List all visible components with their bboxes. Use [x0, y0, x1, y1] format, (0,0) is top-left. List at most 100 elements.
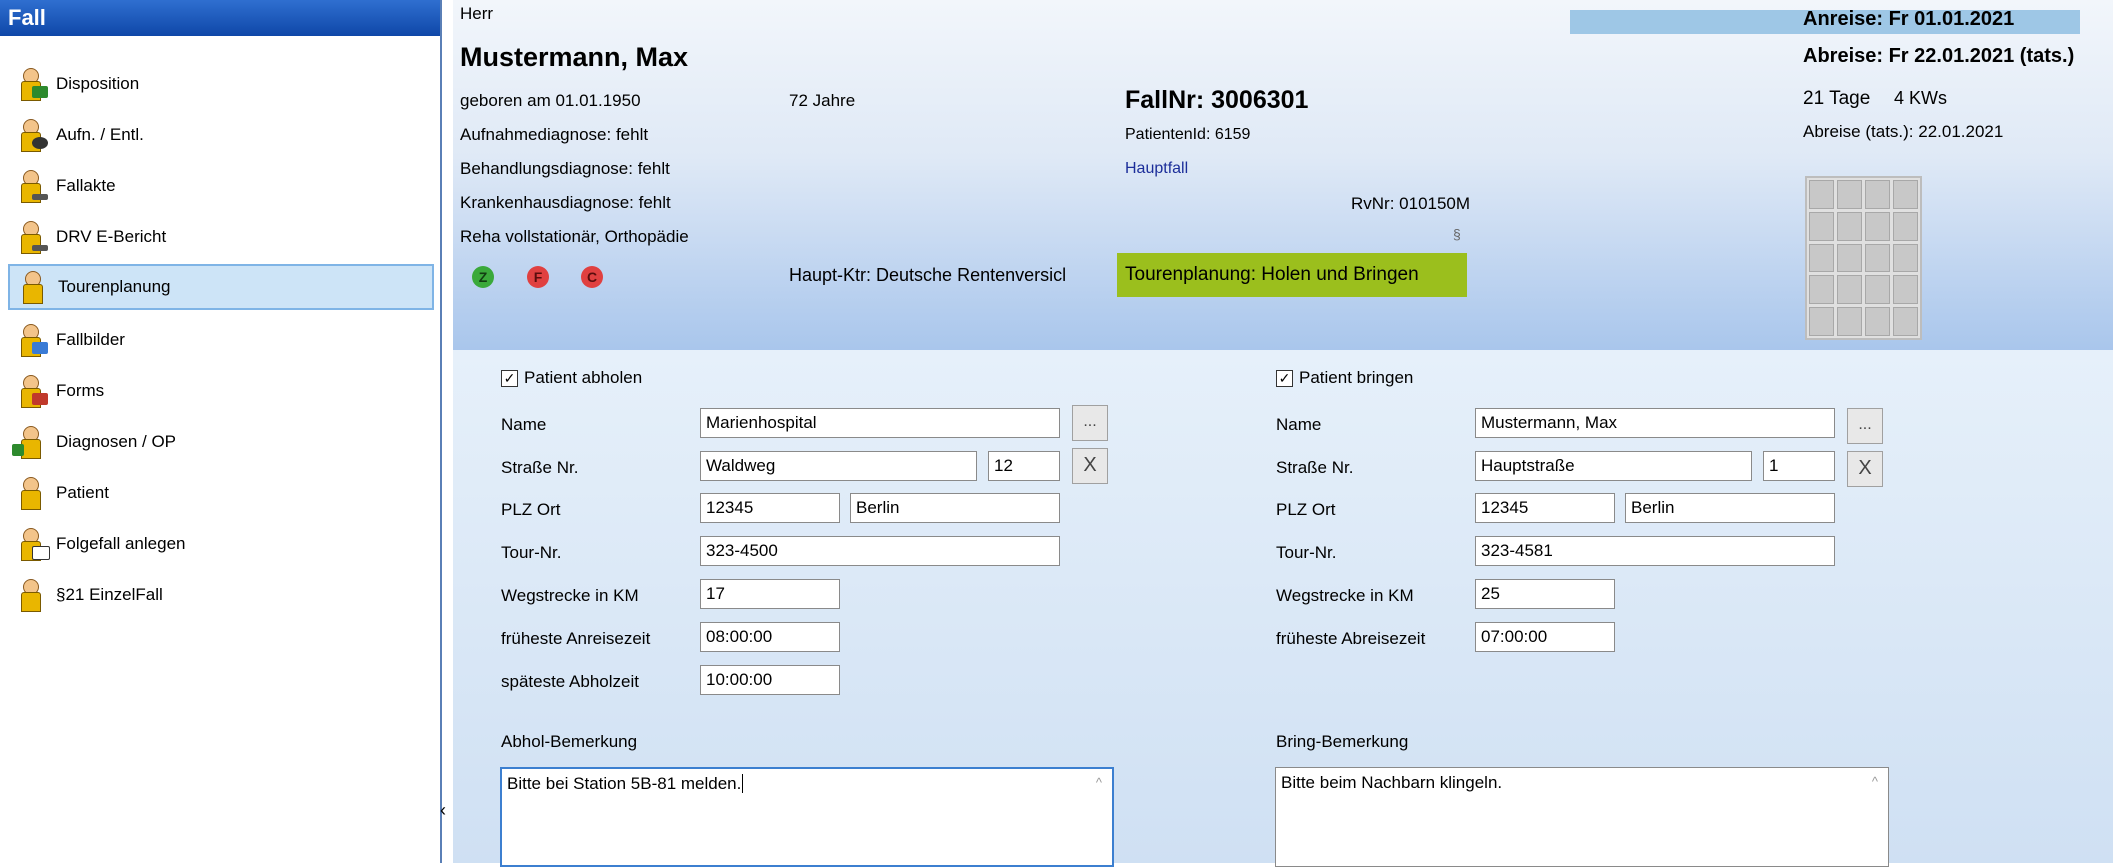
case-type-link[interactable]: Hauptfall [1125, 160, 1188, 178]
dropoff-tour-input[interactable]: 323-4581 [1475, 536, 1835, 566]
badge-z[interactable]: Z [472, 266, 494, 288]
dropoff-checkbox[interactable]: ✓ Patient bringen [1276, 368, 1413, 388]
payer: Haupt-Ktr: Deutsche Rentenversicl [789, 265, 1067, 285]
calendar-weeks: 4 KWs [1894, 88, 1948, 108]
dropoff-remark-textarea[interactable]: Bitte beim Nachbarn klingeln. ^ [1275, 767, 1889, 867]
checkbox-check-icon[interactable]: ✓ [1276, 369, 1293, 387]
dropoff-name-input[interactable]: Mustermann, Max [1475, 408, 1835, 438]
dropoff-zip-city-label: PLZ Ort [1276, 500, 1336, 519]
pickup-street-input[interactable]: Waldweg [700, 451, 977, 481]
stay-duration: 21 Tage [1803, 88, 1871, 109]
dropoff-distance-input[interactable]: 25 [1475, 579, 1615, 609]
sidebar-item-label: Forms [56, 381, 105, 400]
pickup-tour-label: Tour-Nr. [501, 543, 562, 562]
person-tour-icon [14, 269, 50, 305]
sidebar-item-admission[interactable]: Aufn. / Entl. [8, 112, 434, 158]
pickup-name-input[interactable]: Marienhospital [700, 408, 1060, 438]
patient-id: PatientenId: 6159 [1125, 126, 1251, 143]
sidebar-item-label: §21 EinzelFall [56, 585, 163, 604]
sidebar-item-drv-report[interactable]: DRV E-Bericht [8, 214, 434, 260]
collapse-arrow-icon[interactable]: ‹ [440, 800, 446, 821]
pickup-clear-button[interactable]: X [1072, 448, 1108, 484]
sidebar-item-patient[interactable]: Patient [8, 470, 434, 516]
dropoff-browse-button[interactable]: ... [1847, 408, 1883, 444]
dropoff-name-label: Name [1276, 415, 1322, 434]
person-newcase-icon [12, 526, 50, 562]
person-forms-icon [12, 373, 48, 409]
pickup-tour-input[interactable]: 323-4500 [700, 536, 1060, 566]
salutation: Herr [460, 4, 494, 23]
pickup-distance-label: Wegstrecke in KM [501, 586, 639, 605]
sidebar-item-single-case[interactable]: §21 EinzelFall [8, 572, 434, 618]
dropoff-checkbox-label: Patient bringen [1299, 368, 1414, 387]
dropoff-street-input[interactable]: Hauptstraße [1475, 451, 1752, 481]
person-patient-icon [12, 475, 48, 511]
tour-status-badge: Tourenplanung: Holen und Bringen [1117, 253, 1467, 297]
tour-form: ✓ Patient abholen Name Marienhospital ..… [453, 350, 2113, 867]
patient-age: 72 Jahre [789, 91, 856, 110]
person-file-icon [12, 168, 48, 204]
pickup-latest-label: späteste Abholzeit [501, 672, 639, 691]
pickup-remark-text: Bitte bei Station 5B-81 melden. [507, 774, 742, 793]
badge-f[interactable]: F [527, 266, 549, 288]
pickup-zip-city-label: PLZ Ort [501, 500, 561, 519]
hospital-diagnosis: Krankenhausdiagnose: fehlt [460, 193, 671, 212]
pickup-distance-input[interactable]: 17 [700, 579, 840, 609]
sidebar-item-label: DRV E-Bericht [56, 227, 167, 246]
sidebar-item-fallakte[interactable]: Fallakte [8, 163, 434, 209]
sidebar-item-tourenplanung[interactable]: Tourenplanung [8, 264, 434, 310]
person-single-case-icon [12, 577, 48, 613]
pickup-latest-input[interactable]: 10:00:00 [700, 665, 840, 695]
dropoff-city-input[interactable]: Berlin [1625, 493, 1835, 523]
sidebar-item-label: Patient [56, 483, 109, 502]
sidebar-item-label: Diagnosen / OP [56, 432, 177, 451]
sidebar-item-follow-case[interactable]: Folgefall anlegen [8, 521, 434, 567]
sidebar-item-label: Tourenplanung [58, 277, 171, 296]
sidebar-item-label: Folgefall anlegen [56, 534, 186, 553]
dropoff-number-input[interactable]: 1 [1763, 451, 1835, 481]
pickup-street-label: Straße Nr. [501, 458, 579, 477]
dropoff-zip-input[interactable]: 12345 [1475, 493, 1615, 523]
patient-name: Mustermann, Max [460, 42, 689, 72]
pickup-checkbox[interactable]: ✓ Patient abholen [501, 368, 642, 388]
dropoff-tour-label: Tour-Nr. [1276, 543, 1337, 562]
pickup-browse-button[interactable]: ... [1072, 405, 1108, 441]
birth-date: geboren am 01.01.1950 [460, 91, 641, 110]
pickup-number-input[interactable]: 12 [988, 451, 1060, 481]
dropoff-earliest-input[interactable]: 07:00:00 [1475, 622, 1615, 652]
sidebar-item-label: Aufn. / Entl. [56, 125, 144, 144]
sidebar: Fall Disposition Aufn. / Entl. Fallakte … [0, 0, 442, 863]
departure-actual: Abreise (tats.): 22.01.2021 [1803, 122, 2004, 141]
pickup-city-input[interactable]: Berlin [850, 493, 1060, 523]
badge-c[interactable]: C [581, 266, 603, 288]
dropoff-distance-label: Wegstrecke in KM [1276, 586, 1414, 605]
pickup-earliest-label: früheste Anreisezeit [501, 629, 651, 648]
scroll-up-icon[interactable]: ^ [1096, 775, 1102, 790]
sidebar-item-diagnoses[interactable]: Diagnosen / OP [8, 419, 434, 465]
dropoff-earliest-label: früheste Abreisezeit [1276, 629, 1426, 648]
dropoff-remark-text: Bitte beim Nachbarn klingeln. [1281, 773, 1503, 792]
dropoff-remark-label: Bring-Bemerkung [1276, 732, 1409, 751]
rehab-type: Reha vollstationär, Orthopädie [460, 227, 689, 246]
section-icon: § [1453, 226, 1461, 242]
person-admission-icon [12, 117, 48, 153]
pickup-name-label: Name [501, 415, 547, 434]
sidebar-item-disposition[interactable]: Disposition [8, 61, 434, 107]
person-diagnoses-icon [12, 424, 48, 460]
sidebar-item-label: Disposition [56, 74, 140, 93]
arrival-date: Anreise: Fr 01.01.2021 [1803, 8, 2015, 30]
bed-grid[interactable] [1805, 176, 1922, 340]
pickup-checkbox-label: Patient abholen [524, 368, 643, 387]
pickup-zip-input[interactable]: 12345 [700, 493, 840, 523]
sidebar-item-fallbilder[interactable]: Fallbilder [8, 317, 434, 363]
sidebar-item-label: Fallbilder [56, 330, 125, 349]
pickup-remark-label: Abhol-Bemerkung [501, 732, 638, 751]
sidebar-item-forms[interactable]: Forms [8, 368, 434, 414]
rv-number: RvNr: 010150M [1351, 194, 1471, 213]
scroll-up-icon[interactable]: ^ [1872, 774, 1878, 789]
person-images-icon [12, 322, 48, 358]
checkbox-check-icon[interactable]: ✓ [501, 369, 518, 387]
dropoff-clear-button[interactable]: X [1847, 451, 1883, 487]
pickup-remark-textarea[interactable]: Bitte bei Station 5B-81 melden. ^ [500, 767, 1114, 867]
pickup-earliest-input[interactable]: 08:00:00 [700, 622, 840, 652]
